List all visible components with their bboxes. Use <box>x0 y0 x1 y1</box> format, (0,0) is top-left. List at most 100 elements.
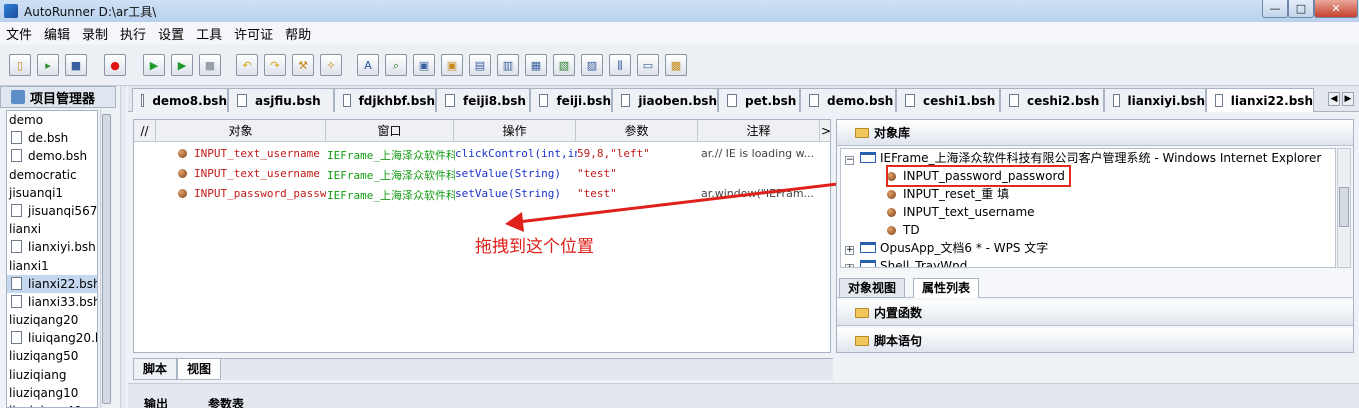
project-folder[interactable]: jisuanqi1 <box>7 184 97 202</box>
tool-icon-9[interactable]: ▭ <box>637 54 659 76</box>
table-row[interactable]: INPUT_password_passwor IEFrame_上海泽众软件科 s… <box>134 184 830 204</box>
magic-icon[interactable]: ✧ <box>320 54 342 76</box>
redo-icon[interactable]: ↷ <box>264 54 286 76</box>
column-header-window[interactable]: 窗口 <box>326 120 454 142</box>
menu-file[interactable]: 文件 <box>6 24 32 43</box>
close-button[interactable]: ✕ <box>1314 0 1358 18</box>
menu-tools[interactable]: 工具 <box>196 24 222 43</box>
wand-icon[interactable]: ⚒ <box>292 54 314 76</box>
file-tab[interactable]: fdjkhbf.bsh <box>334 88 436 112</box>
project-tree[interactable]: demo de.bsh demo.bsh democratic jisuanqi… <box>6 110 98 408</box>
object-library-header[interactable]: 对象库 <box>837 120 1353 146</box>
undo-icon[interactable]: ↶ <box>236 54 258 76</box>
project-file[interactable]: liuiqang20.b <box>7 329 97 347</box>
drag-hint-text: 拖拽到这个位置 <box>475 237 594 257</box>
project-file-selected[interactable]: lianxi22.bsh <box>7 274 97 293</box>
tool-icon-2[interactable]: ▣ <box>441 54 463 76</box>
stop-icon[interactable]: ■ <box>199 54 221 76</box>
tool-icon-3[interactable]: ▤ <box>469 54 491 76</box>
menu-settings[interactable]: 设置 <box>158 24 184 43</box>
object-tree[interactable]: − IEFrame_上海泽众软件科技有限公司客户管理系统 - Windows In… <box>840 148 1336 268</box>
collapse-icon[interactable]: − <box>845 156 854 165</box>
menu-help[interactable]: 帮助 <box>285 24 311 43</box>
file-tab[interactable]: feiji.bsh <box>530 88 612 112</box>
tab-parameter-table[interactable]: 参数表 <box>208 398 244 408</box>
tab-scroll-left-icon[interactable]: ◀ <box>1328 92 1340 106</box>
tool-icon-4[interactable]: ▥ <box>497 54 519 76</box>
expand-icon[interactable]: + <box>845 246 854 255</box>
table-row[interactable]: INPUT_text_username IEFrame_上海泽众软件科 setV… <box>134 164 830 184</box>
tree-leaf-username[interactable]: INPUT_text_username <box>887 203 1035 221</box>
file-tab[interactable]: asjfiu.bsh <box>228 88 334 112</box>
object-tree-scrollbar[interactable] <box>1337 148 1351 268</box>
project-folder[interactable]: lianxi1 <box>7 257 97 275</box>
save-icon[interactable]: ■ <box>65 54 87 76</box>
maximize-button[interactable]: □ <box>1288 0 1314 18</box>
column-more-icon[interactable]: > <box>820 120 830 142</box>
project-folder[interactable]: liuziqiang <box>7 366 97 384</box>
tool-icon-7[interactable]: ▨ <box>581 54 603 76</box>
tree-node-opusapp[interactable]: + OpusApp_文档6 * - WPS 文字 <box>845 239 1048 257</box>
tool-icon-5[interactable]: ▦ <box>525 54 547 76</box>
column-header-note[interactable]: 注释 <box>698 120 820 142</box>
column-header-object[interactable]: 对象 <box>156 120 326 142</box>
menu-record[interactable]: 录制 <box>82 24 108 43</box>
file-tab[interactable]: pet.bsh <box>718 88 800 112</box>
project-folder[interactable]: liuziqang10 <box>7 384 97 402</box>
expand-icon[interactable]: + <box>845 264 854 267</box>
project-file[interactable]: jisuanqi567. <box>7 202 97 220</box>
tree-leaf-td[interactable]: TD <box>887 221 920 239</box>
tab-scroll-right-icon[interactable]: ▶ <box>1342 92 1354 106</box>
project-folder[interactable]: liuziqang50 <box>7 347 97 365</box>
tab-output[interactable]: 输出 <box>144 398 168 408</box>
project-folder[interactable]: demo <box>7 111 97 129</box>
column-header-params[interactable]: 参数 <box>576 120 698 142</box>
scrollbar-thumb[interactable] <box>1339 187 1349 227</box>
project-folder[interactable]: lianxi <box>7 220 97 238</box>
file-tab[interactable]: lianxiyi.bsh <box>1104 88 1206 112</box>
menu-run[interactable]: 执行 <box>120 24 146 43</box>
menu-edit[interactable]: 编辑 <box>44 24 70 43</box>
project-scrollbar[interactable] <box>100 110 112 408</box>
file-tab[interactable]: jiaoben.bsh <box>612 88 718 112</box>
run-step-icon[interactable]: ▶ <box>171 54 193 76</box>
minimize-button[interactable]: — <box>1262 0 1288 18</box>
format-icon[interactable]: A <box>357 54 379 76</box>
menu-license[interactable]: 许可证 <box>234 24 273 43</box>
project-folder[interactable]: liuziqang20 <box>7 311 97 329</box>
tool-icon-8[interactable]: ⫼ <box>609 54 631 76</box>
open-file-icon[interactable]: ▸ <box>37 54 59 76</box>
project-file[interactable]: de.bsh <box>7 129 97 147</box>
tree-node-shell[interactable]: + Shell_TrayWnd <box>845 257 967 267</box>
record-icon[interactable]: ● <box>104 54 126 76</box>
scrollbar-thumb[interactable] <box>102 114 111 404</box>
tree-leaf-reset[interactable]: INPUT_reset_重 填 <box>887 185 1009 203</box>
builtin-functions-header[interactable]: 内置函数 <box>837 300 1353 326</box>
tool-icon-6[interactable]: ▧ <box>553 54 575 76</box>
file-tab[interactable]: ceshi1.bsh <box>896 88 1000 112</box>
project-folder[interactable]: democratic <box>7 166 97 184</box>
tool-icon-1[interactable]: ▣ <box>413 54 435 76</box>
column-header-operation[interactable]: 操作 <box>454 120 576 142</box>
inspect-icon[interactable]: ⌕ <box>385 54 407 76</box>
file-tab[interactable]: ceshi2.bsh <box>1000 88 1104 112</box>
project-folder[interactable]: liuziqiang40 <box>7 402 97 407</box>
project-file[interactable]: lianxiyi.bsh <box>7 238 97 256</box>
file-tab-active[interactable]: lianxi22.bsh <box>1206 88 1314 112</box>
file-tab[interactable]: feiji8.bsh <box>436 88 530 112</box>
project-file[interactable]: lianxi33.bsh <box>7 293 97 311</box>
new-file-icon[interactable]: ▯ <box>9 54 31 76</box>
tab-view[interactable]: 视图 <box>177 359 222 380</box>
script-statements-header[interactable]: 脚本语句 <box>837 328 1353 352</box>
tab-script[interactable]: 脚本 <box>133 359 178 380</box>
project-file[interactable]: demo.bsh <box>7 147 97 165</box>
tool-icon-10[interactable]: ▩ <box>665 54 687 76</box>
tab-property-list[interactable]: 属性列表 <box>913 278 980 298</box>
tab-object-view[interactable]: 对象视图 <box>839 278 906 298</box>
splitter[interactable] <box>120 86 126 408</box>
table-row[interactable]: INPUT_text_username IEFrame_上海泽众软件科 clic… <box>134 144 830 164</box>
run-icon[interactable]: ▶ <box>143 54 165 76</box>
file-tab[interactable]: demo.bsh <box>800 88 896 112</box>
project-manager-header[interactable]: 项目管理器 <box>0 86 116 108</box>
file-tab[interactable]: demo8.bsh <box>132 88 228 112</box>
